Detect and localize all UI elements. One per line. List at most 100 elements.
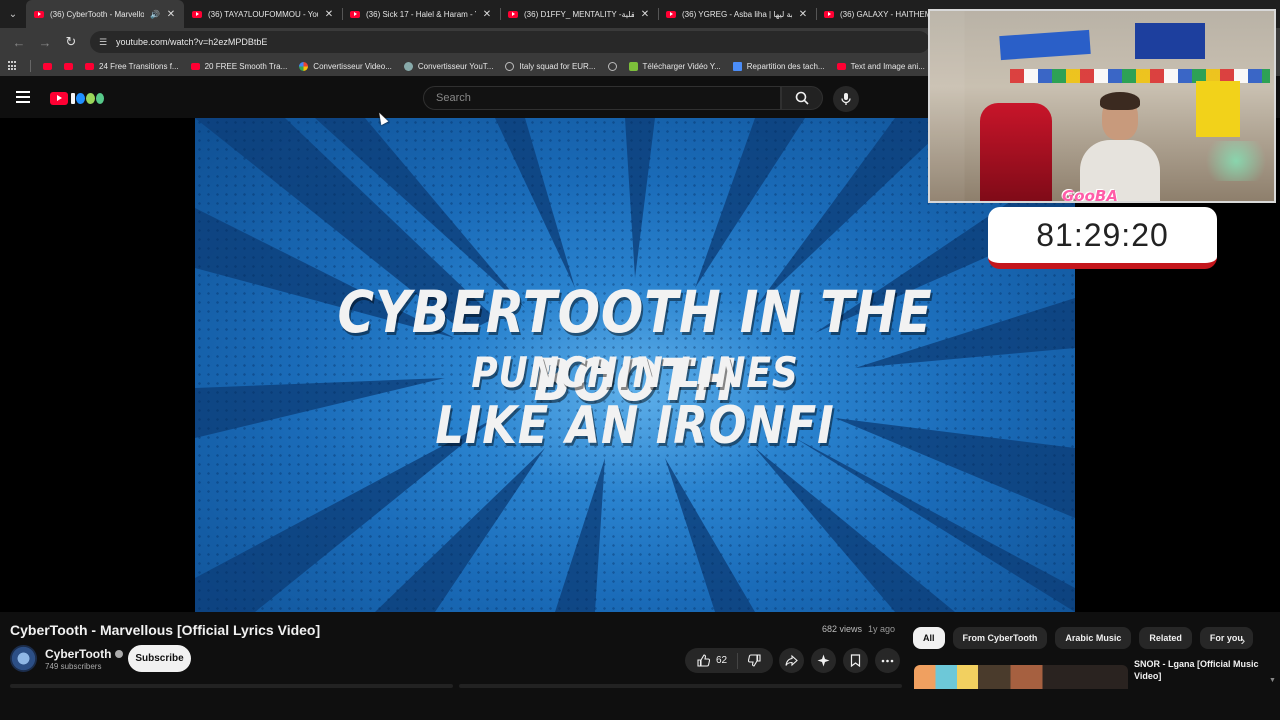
scroll-down-arrow-icon[interactable]: ▼ (1269, 677, 1276, 684)
placeholder-bar (10, 684, 453, 688)
browser-tab[interactable]: (36) YGREG - Asba liha | عصبة ليها ✕ (658, 0, 816, 28)
thumbs-down-icon (748, 654, 761, 667)
apps-grid-icon[interactable] (8, 61, 18, 71)
recommendation-title[interactable]: SNOR - Lgana [Official Music Video] (1134, 658, 1264, 682)
recommendation-chips: All From CyberTooth Arabic Music Related… (913, 627, 1253, 649)
streamer-tag: GooBA (1062, 187, 1118, 203)
bookmark-item[interactable] (64, 62, 73, 70)
bookmark-item[interactable]: 20 FREE Smooth Tra... (190, 61, 288, 71)
like-button[interactable]: 62 (687, 648, 737, 673)
google-docs-icon (732, 61, 742, 71)
youtube-favicon-icon (190, 62, 200, 70)
tab-title: (36) CyberTooth - Marvellous (50, 9, 145, 19)
converter-favicon-icon (403, 61, 413, 71)
close-icon[interactable]: ✕ (324, 9, 334, 20)
chip-all[interactable]: All (913, 627, 945, 649)
ask-ai-button[interactable] (811, 648, 836, 673)
avatar[interactable] (10, 645, 37, 672)
browser-tab[interactable]: (36) TAYA7LOUFOMMOU - YouT ✕ (184, 0, 342, 28)
chip-from-channel[interactable]: From CyberTooth (952, 627, 1048, 649)
browser-tab[interactable]: (36) D1FFY_ MENTALITY -عقلية ✕ (500, 0, 658, 28)
webcam-jersey (1196, 81, 1240, 137)
subscriber-count: 749 subscribers (45, 662, 102, 671)
stream-timer: 81:29:20 (988, 207, 1217, 269)
youtube-favicon-icon (64, 62, 73, 70)
recommendation-thumbnail[interactable] (914, 665, 1128, 689)
verified-icon (115, 650, 124, 658)
share-icon (785, 654, 798, 667)
tab-title: (36) YGREG - Asba liha | عصبة ليها (682, 9, 792, 19)
bookmark-label: Text and Image ani... (850, 61, 925, 71)
bookmark-item[interactable]: 24 Free Transitions f... (85, 62, 179, 71)
bookmark-item[interactable]: Repartition des tach... (732, 61, 825, 71)
site-info-icon[interactable]: ☰ (98, 37, 108, 47)
subscribe-button[interactable]: Subscribe (128, 645, 191, 672)
forward-arrow-icon[interactable]: → (34, 31, 56, 53)
thumbs-up-icon (697, 654, 710, 667)
globe-icon (505, 61, 515, 71)
bookmark-item[interactable]: Télécharger Vidéo Y... (628, 61, 721, 71)
youtube-favicon-icon (43, 62, 52, 70)
close-icon[interactable]: ✕ (798, 9, 808, 20)
youtube-favicon-icon (85, 62, 94, 70)
tab-title: (36) D1FFY_ MENTALITY -عقلية (524, 9, 634, 19)
back-arrow-icon[interactable]: ← (8, 31, 30, 53)
search-button[interactable] (781, 86, 823, 110)
bookmark-item[interactable]: Text and Image ani... (836, 61, 925, 71)
bookmark-label: 24 Free Transitions f... (99, 61, 179, 71)
bookmark-label: Repartition des tach... (746, 61, 825, 71)
more-horizontal-icon (881, 659, 894, 662)
video-meta: 682 views 1y ago (822, 624, 895, 634)
video-title: CyberTooth - Marvellous [Official Lyrics… (10, 622, 321, 638)
bookmark-label: Télécharger Vidéo Y... (642, 61, 721, 71)
chip-arabic-music[interactable]: Arabic Music (1055, 627, 1132, 649)
bookmark-label: 20 FREE Smooth Tra... (204, 61, 288, 71)
microphone-icon (841, 93, 851, 105)
channel-name[interactable]: CyberTooth (45, 647, 124, 661)
bookmark-item[interactable]: Convertisseur Video... (299, 61, 392, 71)
youtube-favicon-icon (824, 10, 834, 18)
more-actions-button[interactable] (875, 648, 900, 673)
bookmark-icon (850, 654, 861, 667)
youtube-favicon-icon (666, 10, 676, 18)
globe-icon (607, 61, 617, 71)
youtube-favicon-icon (34, 10, 44, 18)
browser-tab[interactable]: (36) Sick 17 - Halel & Haram - Y ✕ (342, 0, 500, 28)
save-button[interactable] (843, 648, 868, 673)
share-button[interactable] (779, 648, 804, 673)
close-icon[interactable]: ✕ (166, 9, 176, 20)
speaker-icon[interactable]: 🔊 (150, 10, 160, 19)
bookmark-item[interactable] (607, 61, 617, 71)
youtube-logo[interactable] (50, 91, 104, 105)
webcam-gaming-chair (980, 103, 1052, 201)
close-icon[interactable]: ✕ (640, 9, 650, 20)
lyric-line: LIKE AN IRONFI (435, 396, 835, 456)
bookmark-item[interactable]: Convertisseur YouT... (403, 61, 493, 71)
dislike-button[interactable] (738, 648, 771, 673)
placeholder-bar (459, 684, 902, 688)
menu-icon[interactable] (16, 91, 30, 103)
youtube-favicon-icon (350, 10, 360, 18)
reload-icon[interactable]: ↻ (60, 31, 82, 53)
youtube-favicon-icon (836, 62, 846, 70)
youtube-favicon-icon (508, 10, 518, 18)
chip-related[interactable]: Related (1139, 627, 1192, 649)
view-count: 682 views (822, 624, 863, 634)
tab-search-chevron-icon[interactable]: ⌄ (0, 0, 26, 28)
close-icon[interactable]: ✕ (482, 9, 492, 20)
browser-tab[interactable]: (36) CyberTooth - Marvellous 🔊 ✕ (26, 0, 184, 28)
bookmark-label: Convertisseur Video... (313, 61, 392, 71)
webcam-overlay: GooBA (928, 9, 1276, 203)
chevron-right-icon[interactable]: › (1232, 629, 1254, 651)
tab-title: (36) TAYA7LOUFOMMOU - YouT (208, 9, 318, 19)
tab-title: (36) Sick 17 - Halel & Haram - Y (366, 9, 476, 19)
search-input[interactable]: Search (423, 86, 781, 110)
webcam-leds (1198, 141, 1274, 181)
voice-search-button[interactable] (833, 86, 859, 112)
bookmark-item[interactable]: Italy squad for EUR... (505, 61, 596, 71)
bookmark-item[interactable] (43, 62, 52, 70)
youtube-play-icon (50, 91, 68, 105)
sparkle-icon (817, 654, 830, 667)
search-icon (795, 91, 809, 105)
address-bar[interactable]: ☰ youtube.com/watch?v=h2ezMPDBtbE (90, 31, 930, 53)
